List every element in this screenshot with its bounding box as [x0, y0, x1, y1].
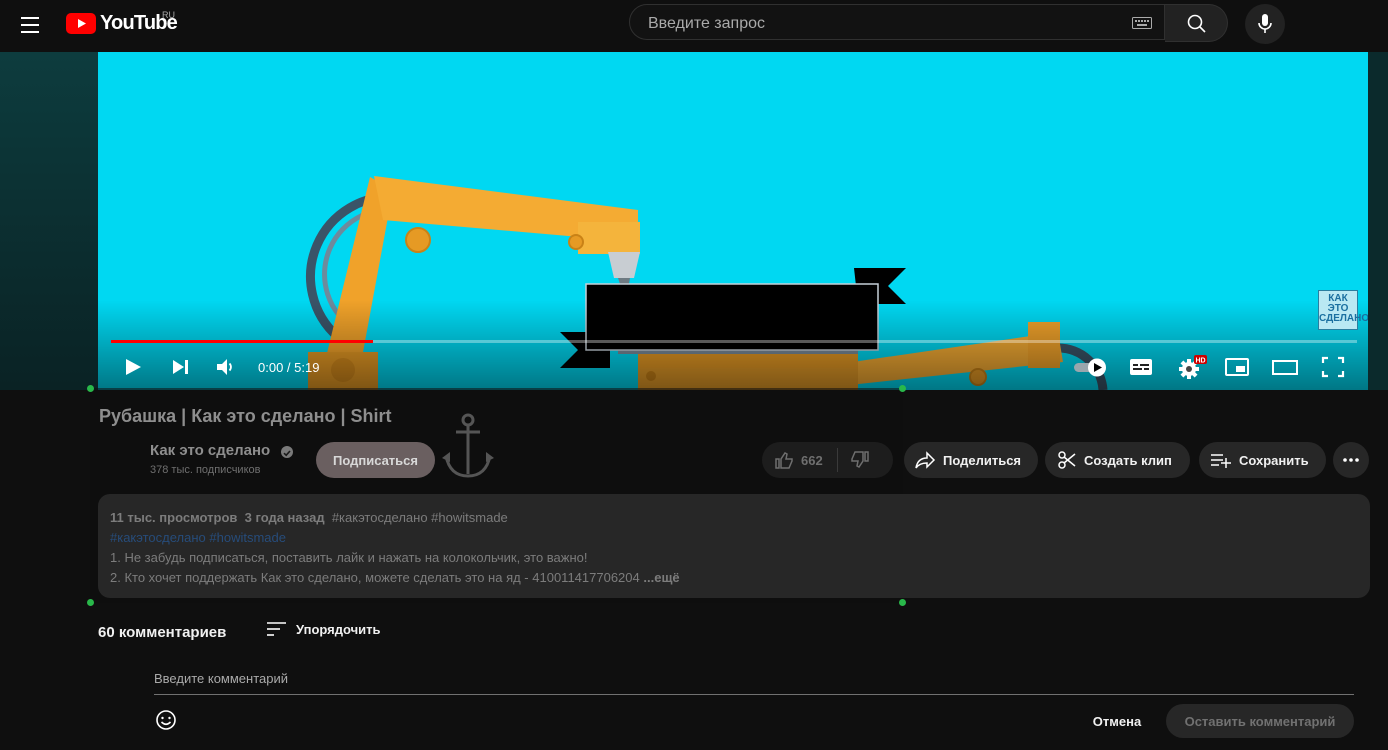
save-label: Сохранить — [1239, 452, 1309, 468]
header-hashtags: #какэтосделано #howitsmade — [331, 510, 508, 525]
channel-watermark[interactable]: КАК ЭТО СДЕЛАНО — [1318, 290, 1368, 330]
progress-bar[interactable] — [111, 340, 1357, 343]
more-actions-button[interactable] — [1333, 442, 1369, 478]
more-icon — [1343, 458, 1359, 462]
progress-fill — [111, 340, 373, 343]
save-playlist-icon — [1211, 454, 1231, 468]
description-line-2: 2. Кто хочет поддержать Как это сделано,… — [110, 568, 680, 588]
video-player[interactable]: КАК ЭТО СДЕЛАНО 0:00 / 5:19 HD — [98, 52, 1368, 390]
dislike-icon[interactable] — [850, 450, 870, 470]
search-input[interactable] — [646, 14, 1120, 34]
selection-handle-tr[interactable] — [899, 385, 906, 392]
description-line: 1. Не забудь подписаться, поставить лайк… — [110, 550, 588, 565]
voice-search-button[interactable] — [1245, 4, 1285, 44]
volume-icon[interactable] — [214, 354, 238, 380]
share-label: Поделиться — [943, 452, 1022, 468]
search-icon — [1187, 14, 1206, 33]
fullscreen-icon[interactable] — [1320, 354, 1346, 380]
subscribe-button[interactable]: Подписаться — [316, 442, 435, 478]
like-dislike-group: 662 — [762, 442, 893, 478]
video-title: Рубашка | Как это сделано | Shirt — [99, 406, 392, 426]
like-button[interactable]: 662 — [774, 450, 823, 470]
miniplayer-icon[interactable] — [1224, 354, 1250, 380]
region-label: RU — [162, 10, 175, 20]
search-bar — [629, 4, 1228, 42]
like-icon — [775, 452, 793, 469]
subscriber-count: 378 тыс. подписчиков — [150, 464, 261, 476]
keyboard-icon[interactable] — [1132, 17, 1152, 29]
upload-date: 3 года назад — [244, 510, 325, 525]
hashtag-line: #какэтосделано #howitsmade — [110, 528, 680, 548]
description-line: 2. Кто хочет поддержать Как это сделано,… — [110, 570, 640, 585]
anchor-icon — [442, 413, 494, 478]
emoji-icon[interactable] — [154, 708, 178, 732]
selection-handle-br[interactable] — [899, 599, 906, 606]
search-field — [629, 4, 1165, 40]
play-icon[interactable] — [122, 354, 144, 380]
comments-count: 60 комментариев — [98, 624, 227, 641]
show-more-link[interactable]: ...ещё — [643, 570, 679, 585]
description-meta: 11 тыс. просмотров 3 года назад #какэтос… — [110, 508, 680, 528]
youtube-logo[interactable]: YouTube RU — [66, 10, 178, 35]
description-text: 11 тыс. просмотров 3 года назад #какэтос… — [110, 508, 680, 588]
share-button[interactable]: Поделиться — [904, 442, 1038, 478]
autoplay-toggle-icon[interactable] — [1072, 354, 1110, 380]
selection-handle-bl[interactable] — [87, 599, 94, 606]
channel-name[interactable]: Как это сделано — [150, 442, 270, 459]
sort-label: Упорядочить — [296, 621, 381, 637]
mic-icon — [1258, 14, 1272, 33]
hd-badge: HD — [1195, 357, 1205, 364]
clip-label: Создать клип — [1084, 452, 1172, 468]
settings-icon[interactable]: HD — [1178, 354, 1208, 380]
time-display: 0:00 / 5:19 — [258, 360, 320, 375]
search-button[interactable] — [1165, 4, 1228, 42]
hashtag-link[interactable]: #howitsmade — [209, 530, 286, 545]
subtitles-icon[interactable] — [1128, 354, 1154, 380]
share-icon — [915, 451, 936, 469]
scissors-icon — [1058, 451, 1076, 469]
like-divider — [836, 448, 838, 472]
create-clip-button[interactable]: Создать клип — [1045, 442, 1190, 478]
sort-button[interactable]: Упорядочить — [266, 620, 381, 638]
ambient-glow-right — [1368, 52, 1388, 390]
view-count: 11 тыс. просмотров — [110, 510, 238, 525]
verified-icon — [281, 446, 293, 458]
theater-icon[interactable] — [1272, 354, 1298, 380]
comment-input[interactable] — [154, 671, 1354, 686]
next-icon[interactable] — [170, 354, 192, 380]
youtube-logo-icon — [66, 13, 96, 34]
save-button[interactable]: Сохранить — [1199, 442, 1326, 478]
hashtag-link[interactable]: #какэтосделано — [110, 530, 206, 545]
comment-field — [154, 668, 1354, 695]
menu-icon[interactable] — [18, 12, 44, 38]
cancel-button[interactable]: Отмена — [1080, 704, 1154, 738]
ambient-glow-left — [0, 52, 98, 390]
sort-icon — [267, 622, 286, 636]
submit-comment-button[interactable]: Оставить комментарий — [1166, 704, 1354, 738]
selection-handle-tl[interactable] — [87, 385, 94, 392]
like-count: 662 — [801, 452, 823, 468]
top-bar: YouTube RU — [0, 0, 1388, 52]
description-box[interactable]: 11 тыс. просмотров 3 года назад #какэтос… — [98, 494, 1370, 598]
